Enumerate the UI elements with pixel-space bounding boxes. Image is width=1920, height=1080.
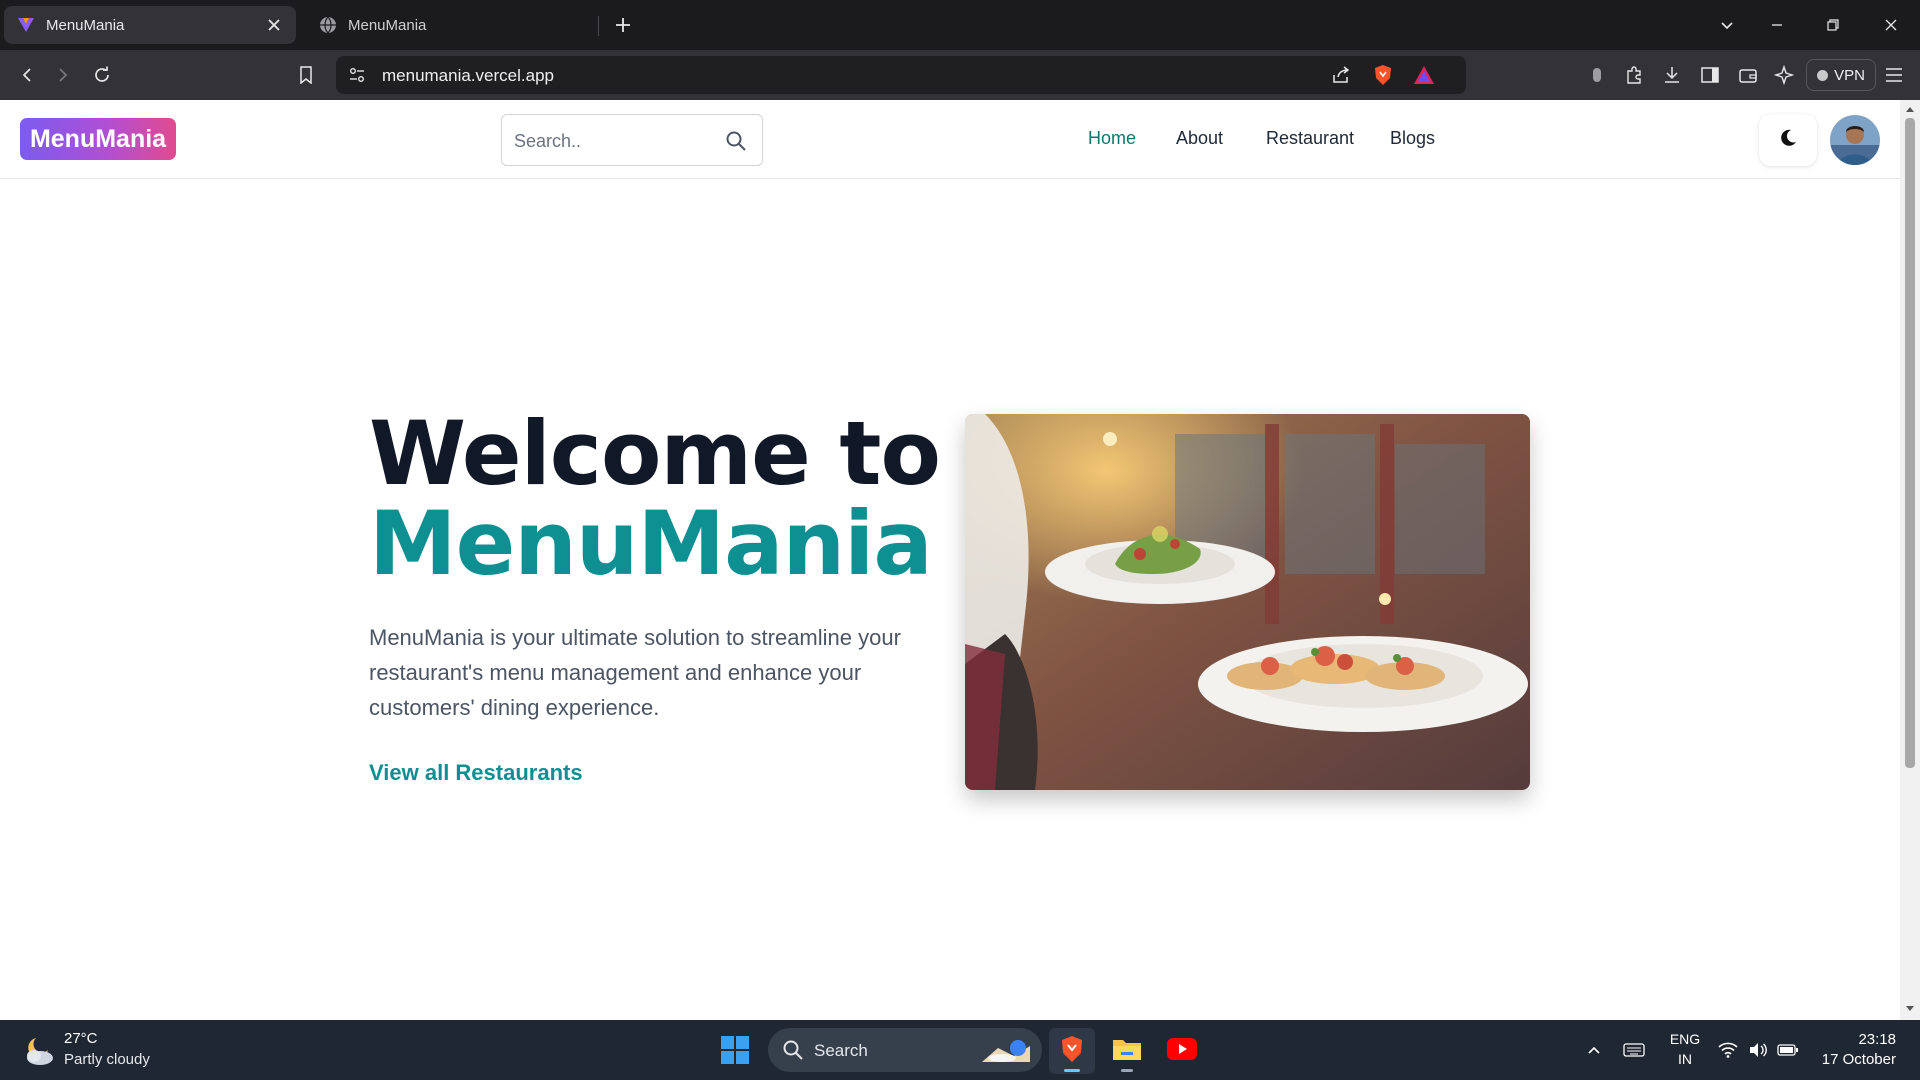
back-icon[interactable]	[14, 62, 40, 88]
language-line1[interactable]: ENG	[1668, 1031, 1702, 1047]
restore-icon[interactable]	[1818, 10, 1848, 40]
tab-title: MenuMania	[46, 16, 125, 34]
brave-shields-icon[interactable]	[1372, 64, 1394, 86]
show-hidden-icons-chevron-icon[interactable]	[1582, 1038, 1606, 1062]
hero-title: Welcome to MenuMania	[369, 410, 969, 588]
close-window-icon[interactable]	[1876, 10, 1906, 40]
taskbar-search-label: Search	[814, 1041, 868, 1060]
taskbar-youtube[interactable]	[1159, 1028, 1205, 1074]
youtube-icon	[1167, 1037, 1197, 1065]
brave-rewards-icon[interactable]	[1413, 64, 1435, 86]
scroll-down-icon[interactable]	[1905, 1004, 1915, 1014]
menu-icon[interactable]	[1882, 63, 1906, 87]
keyboard-icon[interactable]	[1622, 1038, 1646, 1062]
nav-about[interactable]: About	[1176, 128, 1223, 149]
vpn-label: VPN	[1834, 66, 1865, 84]
share-icon[interactable]	[1330, 64, 1352, 86]
language-line2[interactable]: IN	[1668, 1051, 1702, 1067]
extension-puzzle-icon[interactable]	[1585, 63, 1609, 87]
taskbar: 27°C Partly cloudy Search ENG IN 23:18 1…	[0, 1020, 1920, 1080]
page-scrollbar[interactable]	[1900, 100, 1920, 1020]
extensions-icon[interactable]	[1622, 63, 1646, 87]
avatar[interactable]	[1830, 115, 1880, 165]
moon-icon	[1778, 128, 1798, 153]
weather-description: Partly cloudy	[64, 1051, 150, 1068]
downloads-icon[interactable]	[1660, 63, 1684, 87]
globe-icon	[318, 15, 338, 35]
taskbar-brave[interactable]	[1049, 1028, 1095, 1074]
reload-icon[interactable]	[89, 62, 115, 88]
hero-title-line2: MenuMania	[369, 492, 933, 595]
forward-icon[interactable]	[50, 62, 76, 88]
search-icon[interactable]	[724, 129, 748, 153]
search-highlight-icon	[978, 1034, 1034, 1071]
wallet-icon[interactable]	[1736, 63, 1760, 87]
page-viewport: MenuMania Home About Restaurant Blogs	[0, 100, 1900, 1020]
nav-restaurant[interactable]: Restaurant	[1266, 128, 1354, 149]
sidebar-icon[interactable]	[1698, 63, 1722, 87]
browser-tab-inactive[interactable]: MenuMania	[306, 6, 600, 44]
clock-time[interactable]: 23:18	[1800, 1031, 1896, 1048]
close-tab-icon[interactable]	[264, 15, 284, 35]
clock-date[interactable]: 17 October	[1800, 1051, 1896, 1068]
browser-tab-bar: MenuMania MenuMania	[0, 0, 1920, 50]
site-settings-icon[interactable]	[346, 64, 368, 86]
wifi-icon[interactable]	[1716, 1038, 1740, 1062]
site-logo[interactable]: MenuMania	[20, 118, 176, 160]
scroll-thumb[interactable]	[1905, 118, 1915, 768]
weather-temperature: 27°C	[64, 1030, 98, 1047]
windows-start-icon[interactable]	[720, 1035, 750, 1065]
hero-description: MenuMania is your ultimate solution to s…	[369, 625, 901, 720]
vpn-status-icon	[1817, 69, 1829, 81]
running-indicator	[1064, 1069, 1080, 1072]
battery-icon[interactable]	[1776, 1038, 1800, 1062]
search-input[interactable]	[514, 129, 714, 153]
partly-cloudy-icon[interactable]	[20, 1032, 56, 1068]
vpn-button[interactable]: VPN	[1806, 59, 1876, 91]
site-header: MenuMania Home About Restaurant Blogs	[0, 100, 1900, 179]
running-indicator	[1121, 1069, 1133, 1072]
hero-title-line1: Welcome to	[369, 402, 941, 505]
tab-separator	[598, 16, 599, 36]
scroll-up-icon[interactable]	[1905, 104, 1915, 114]
nav-blogs[interactable]: Blogs	[1390, 128, 1435, 149]
tab-title: MenuMania	[348, 16, 427, 34]
dark-mode-toggle[interactable]	[1759, 114, 1817, 166]
new-tab-icon[interactable]	[610, 12, 636, 38]
taskbar-file-explorer[interactable]	[1104, 1028, 1150, 1074]
search-box	[501, 114, 763, 166]
volume-icon[interactable]	[1746, 1038, 1770, 1062]
browser-tab-active[interactable]: MenuMania	[4, 6, 296, 44]
menumania-favicon	[16, 15, 36, 35]
brave-icon	[1059, 1035, 1085, 1068]
minimize-icon[interactable]	[1762, 10, 1792, 40]
tab-list-chevron-icon[interactable]	[1712, 10, 1742, 40]
browser-toolbar: menumania.vercel.app VPN	[0, 50, 1920, 100]
hero-image	[965, 414, 1530, 790]
bookmark-icon[interactable]	[293, 62, 319, 88]
view-all-restaurants-link[interactable]: View all Restaurants	[369, 760, 583, 786]
nav-home[interactable]: Home	[1088, 128, 1136, 149]
address-bar[interactable]: menumania.vercel.app	[336, 56, 1466, 94]
taskbar-search[interactable]: Search	[768, 1028, 1042, 1072]
leo-ai-icon[interactable]	[1772, 63, 1796, 87]
search-icon	[782, 1039, 804, 1066]
url-text: menumania.vercel.app	[382, 66, 554, 85]
folder-icon	[1112, 1036, 1142, 1067]
